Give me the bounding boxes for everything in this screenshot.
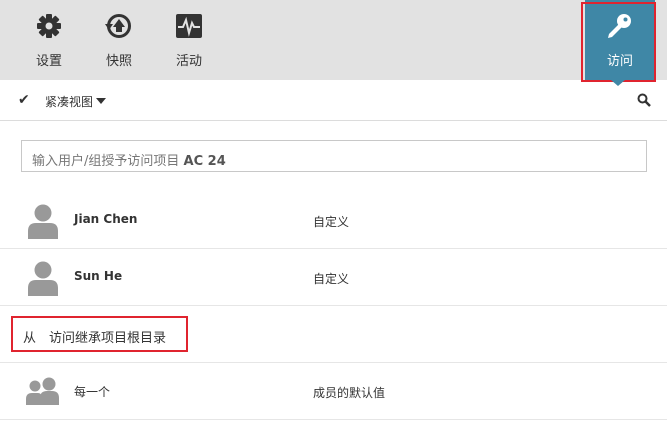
inherit-highlight-outline: 从 访问继承项目根目录 bbox=[11, 316, 188, 352]
grant-access-input[interactable]: 输入用户/组授予访问项目 AC 24 bbox=[21, 140, 647, 172]
everyone-role[interactable]: 成员的默认值 bbox=[313, 384, 385, 401]
inherit-from-label: 从 bbox=[23, 331, 37, 346]
user-row[interactable]: Jian Chen 自定义 bbox=[0, 192, 667, 249]
access-highlight-outline bbox=[581, 2, 656, 82]
activity-label: 活动 bbox=[175, 54, 202, 69]
inherit-access-text: 访问继承项目根目录 bbox=[49, 331, 167, 346]
user-row[interactable]: Sun He 自定义 bbox=[0, 249, 667, 306]
snapshot-label: 快照 bbox=[105, 54, 132, 69]
user-role[interactable]: 自定义 bbox=[313, 270, 349, 287]
search-icon[interactable] bbox=[637, 93, 651, 107]
top-toolbar: 设置 快照 活动 访问 bbox=[0, 0, 667, 80]
inherit-access-row: 从 访问继承项目根目录 bbox=[0, 306, 667, 363]
user-avatar-icon bbox=[28, 261, 58, 296]
everyone-row[interactable]: 每一个 成员的默认值 bbox=[0, 363, 667, 420]
user-name: Sun He bbox=[74, 269, 123, 283]
user-avatar-icon bbox=[28, 204, 58, 239]
group-icon bbox=[26, 377, 59, 405]
snapshot-history-icon bbox=[105, 14, 131, 38]
activity-icon bbox=[176, 14, 202, 38]
compact-view-dropdown[interactable]: 紧凑视图 bbox=[45, 93, 93, 110]
check-icon: ✔ bbox=[18, 92, 30, 108]
user-name: Jian Chen bbox=[74, 212, 138, 226]
grant-input-project: AC 24 bbox=[183, 154, 226, 169]
activity-button[interactable]: 活动 bbox=[160, 0, 218, 80]
snapshot-button[interactable]: 快照 bbox=[90, 0, 148, 80]
gear-icon bbox=[37, 14, 61, 38]
grant-input-placeholder: 输入用户/组授予访问项目 bbox=[32, 154, 180, 169]
user-role[interactable]: 自定义 bbox=[313, 213, 349, 230]
caret-down-icon[interactable] bbox=[96, 98, 106, 104]
settings-button[interactable]: 设置 bbox=[20, 0, 78, 80]
view-bar: ✔ 紧凑视图 bbox=[0, 80, 667, 121]
everyone-name: 每一个 bbox=[74, 385, 111, 399]
settings-label: 设置 bbox=[35, 54, 62, 69]
